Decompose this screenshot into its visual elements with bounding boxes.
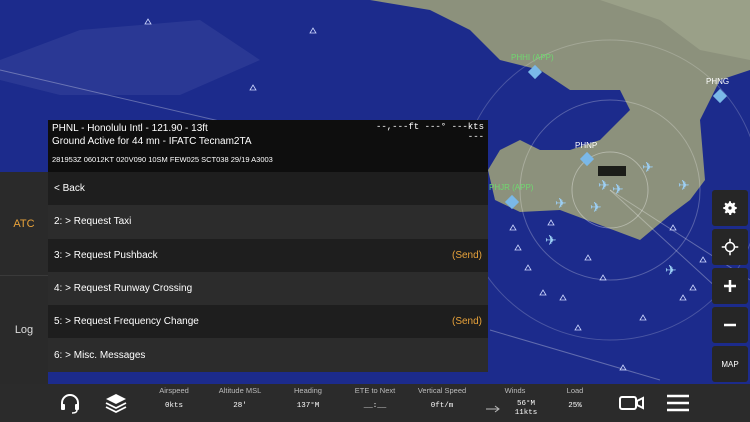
stat-label: ETE to Next — [354, 386, 396, 395]
aircraft-icon: ✈ — [598, 178, 610, 194]
stat-vertical-speed: Vertical Speed 0ft/m — [412, 386, 472, 410]
stat-winds: Winds 56°M 11kts — [484, 386, 546, 417]
hamburger-icon — [667, 394, 689, 412]
gear-icon — [723, 201, 737, 215]
stat-heading: Heading 137°M — [286, 386, 330, 410]
stat-load: Load 25% — [560, 386, 590, 410]
layers-button[interactable] — [102, 390, 130, 416]
menu-button[interactable] — [664, 390, 692, 416]
aircraft-icon: ✈ — [612, 182, 624, 198]
menu-item-label: 3: > Request Pushback — [54, 249, 158, 261]
map-label-phjr: PHJR (APP) — [489, 183, 534, 192]
menu-item-label: < Back — [54, 183, 85, 195]
map-label-phnp: PHNP — [575, 141, 598, 150]
wind-arrow-icon — [486, 405, 500, 413]
menu-item-label: 5: > Request Frequency Change — [54, 316, 199, 328]
stat-value: __:__ — [363, 402, 387, 410]
stat-ete: ETE to Next __:__ — [348, 386, 402, 410]
stat-value: 56°M — [516, 400, 535, 408]
atc-metar: 281953Z 06012KT 020V090 10SM FEW025 SCT0… — [52, 155, 273, 164]
send-label: (Send) — [451, 249, 482, 261]
plus-icon — [724, 280, 736, 292]
stat-value: 0ft/m — [430, 402, 454, 410]
stat-label: Winds — [504, 386, 526, 395]
stat-value: 0kts — [164, 402, 183, 410]
stat-label: Altitude MSL — [218, 386, 262, 395]
map-button[interactable]: MAP — [712, 346, 748, 382]
stat-altitude: Altitude MSL 28' — [212, 386, 268, 410]
stat-value: 25% — [568, 402, 582, 410]
aircraft-icon: ✈ — [665, 263, 677, 279]
menu-item-label: 2: > Request Taxi — [54, 216, 132, 228]
menu-item-request-runway-crossing[interactable]: 4: > Request Runway Crossing — [48, 271, 488, 306]
menu-item-request-pushback[interactable]: 3: > Request Pushback (Send) — [48, 238, 488, 272]
menu-item-label: 6: > Misc. Messages — [54, 349, 146, 361]
aircraft-icon: ✈ — [555, 196, 567, 212]
menu-item-request-taxi[interactable]: 2: > Request Taxi — [48, 205, 488, 239]
map-label-phng: PHNG — [706, 77, 730, 86]
atc-readout-bottom: --- — [467, 132, 484, 142]
atc-status: Ground Active for 44 mn - IFATC Tecnam2T… — [52, 136, 252, 147]
video-camera-icon — [619, 396, 644, 410]
atc-station: PHNL - Honolulu Intl - 121.90 - 13ft — [52, 123, 208, 134]
aircraft-icon: ✈ — [545, 233, 557, 249]
minus-icon — [724, 323, 736, 327]
stat-label: Heading — [294, 386, 322, 395]
stat-value-secondary: 11kts — [514, 409, 538, 417]
camera-button[interactable] — [618, 390, 646, 416]
headset-icon — [61, 394, 79, 414]
stat-label: Vertical Speed — [417, 386, 467, 395]
stat-value: 28' — [233, 402, 247, 410]
atc-header: PHNL - Honolulu Intl - 121.90 - 13ft Gro… — [48, 120, 488, 172]
menu-item-back[interactable]: < Back — [48, 172, 488, 206]
aircraft-icon: ✈ — [678, 178, 690, 194]
map-label-phhi: PHHI (APP) — [511, 53, 554, 62]
zoom-out-button[interactable] — [712, 307, 748, 343]
send-label: (Send) — [451, 316, 482, 328]
menu-item-label: 4: > Request Runway Crossing — [54, 283, 193, 295]
layers-icon — [105, 394, 127, 414]
menu-item-request-frequency-change[interactable]: 5: > Request Frequency Change (Send) — [48, 305, 488, 339]
bottom-bar: Airspeed 0kts Altitude MSL 28' Heading 1… — [0, 384, 750, 422]
atc-menu: < Back 2: > Request Taxi 3: > Request Pu… — [48, 172, 488, 384]
aircraft-icon: ✈ — [642, 160, 654, 176]
stat-airspeed: Airspeed 0kts — [152, 386, 196, 410]
center-location-button[interactable] — [712, 229, 748, 265]
settings-button[interactable] — [712, 190, 748, 226]
atc-readout-top: --,---ft ---° ---kts — [375, 122, 484, 132]
stat-label: Load — [566, 386, 584, 395]
atc-headset-button[interactable] — [56, 390, 84, 416]
menu-item-misc-messages[interactable]: 6: > Misc. Messages — [48, 338, 488, 372]
stat-label: Airspeed — [159, 386, 189, 395]
tab-atc[interactable]: ATC — [0, 172, 48, 276]
tab-log[interactable]: Log — [0, 278, 48, 382]
aircraft-icon: ✈ — [590, 200, 602, 216]
stat-value: 137°M — [296, 402, 320, 410]
crosshair-icon — [721, 238, 739, 256]
left-rail: ATC Log — [0, 172, 48, 384]
zoom-in-button[interactable] — [712, 268, 748, 304]
